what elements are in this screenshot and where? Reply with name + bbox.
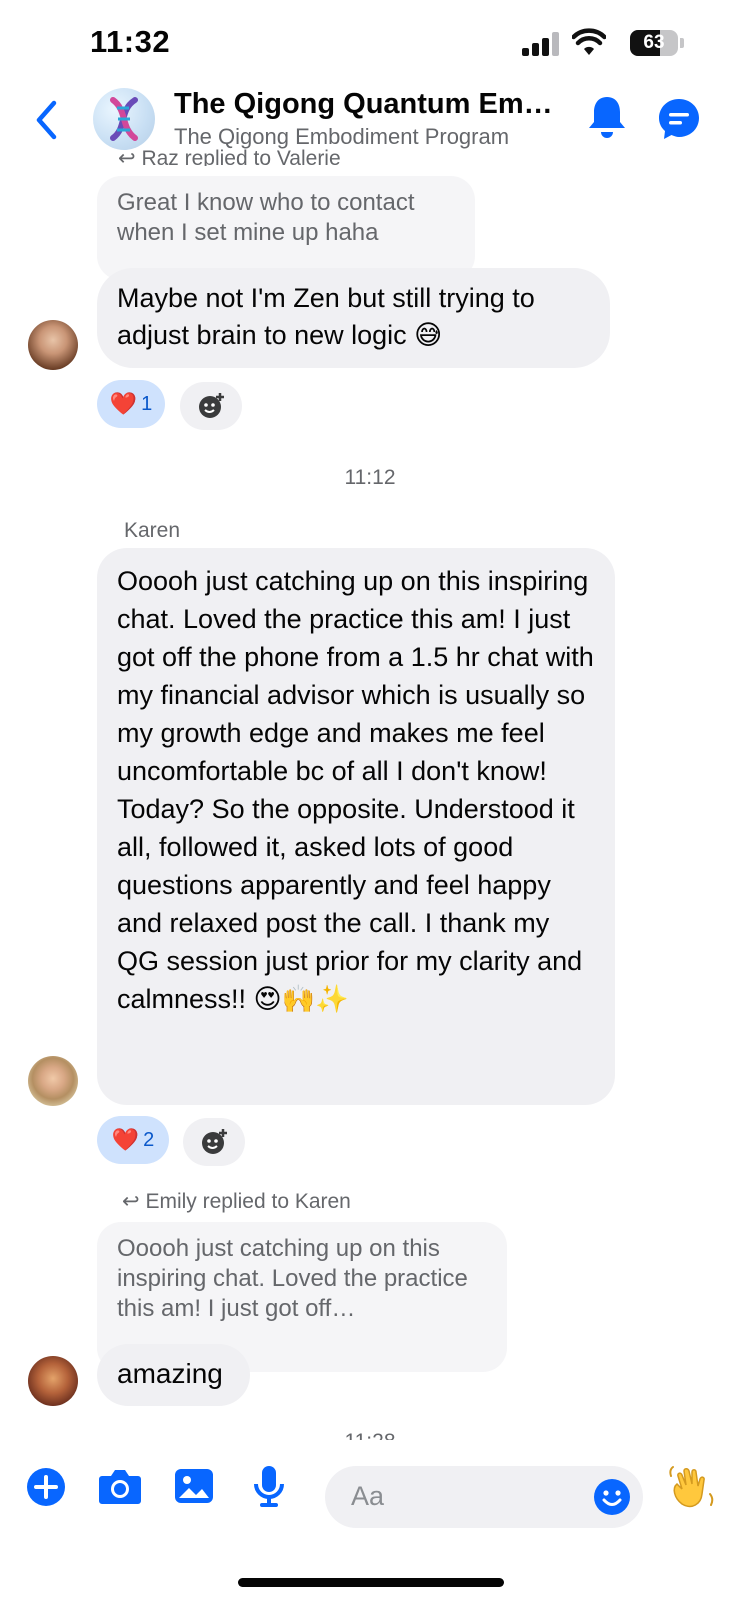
reply-context: ↩ Emily replied to Karen	[122, 1189, 351, 1214]
battery-icon: 63	[630, 30, 678, 56]
bell-icon	[589, 97, 625, 138]
add-emoji-icon	[202, 1129, 227, 1154]
camera-icon	[99, 1470, 141, 1504]
input-placeholder: Aa	[351, 1481, 385, 1511]
message-text: Ooooh just catching up on this inspiring…	[117, 566, 594, 1014]
plus-icon	[27, 1468, 65, 1506]
message-input[interactable]: Aa	[325, 1466, 643, 1528]
reply-context-text: Raz replied to Valerie	[141, 147, 341, 166]
gallery-button[interactable]	[174, 1466, 214, 1511]
timestamp-divider: 11:12	[344, 466, 396, 489]
back-button[interactable]	[30, 98, 66, 142]
reaction-count: 2	[143, 1128, 155, 1151]
avatar[interactable]	[28, 1056, 78, 1106]
reply-context: ↩ Raz replied to Valerie	[118, 146, 341, 166]
status-time: 11:32	[90, 24, 171, 59]
reaction-pill[interactable]: ❤️ 1	[97, 380, 165, 428]
cellular-signal-icon	[522, 32, 562, 56]
microphone-button[interactable]	[253, 1464, 285, 1513]
message-bubble[interactable]: Ooooh just catching up on this inspiring…	[97, 548, 615, 1105]
wave-button[interactable]	[668, 1464, 716, 1517]
chat-bubble-icon	[659, 99, 699, 139]
add-reaction-button[interactable]	[183, 1118, 245, 1166]
conversation-header: The Qigong Quantum Em… The Qigong Embodi…	[0, 80, 740, 160]
home-indicator	[238, 1578, 504, 1587]
message-bubble[interactable]: amazing	[97, 1344, 250, 1406]
add-emoji-icon	[199, 393, 224, 418]
image-icon	[175, 1469, 213, 1503]
reply-context-text: Emily replied to Karen	[145, 1190, 351, 1213]
timestamp-divider: 11:28	[0, 1430, 740, 1440]
threads-button[interactable]	[656, 96, 702, 142]
heart-reaction-icon: ❤️	[109, 391, 138, 416]
add-reaction-button[interactable]	[180, 382, 242, 430]
group-avatar[interactable]	[93, 88, 155, 150]
reaction-pill[interactable]: ❤️ 2	[97, 1116, 169, 1164]
conversation-title[interactable]: The Qigong Quantum Em…	[174, 88, 553, 121]
quoted-text: Ooooh just catching up on this inspiring…	[117, 1235, 468, 1322]
heart-reaction-icon: ❤️	[111, 1127, 140, 1152]
wifi-icon	[571, 28, 607, 61]
quoted-message[interactable]: Great I know who to contact when I set m…	[97, 176, 475, 280]
battery-tip	[680, 38, 684, 48]
chevron-left-icon	[36, 100, 57, 140]
composer-bar: Aa	[0, 1440, 740, 1560]
wave-hand-icon	[669, 1466, 714, 1508]
emoji-icon	[594, 1479, 630, 1515]
quoted-text: Great I know who to contact when I set m…	[117, 189, 415, 246]
reply-arrow-icon: ↩	[122, 1190, 146, 1213]
plus-button[interactable]	[26, 1467, 66, 1512]
timestamp-text: 11:28	[345, 1430, 396, 1440]
microphone-icon	[254, 1466, 284, 1507]
message-text: Maybe not I'm Zen but still trying to ad…	[117, 283, 535, 350]
battery-level: 63	[643, 32, 665, 53]
reply-arrow-icon: ↩	[118, 147, 142, 166]
sender-name: Karen	[124, 519, 181, 542]
camera-button[interactable]	[98, 1466, 142, 1511]
notifications-button[interactable]	[585, 94, 629, 140]
message-text: amazing	[117, 1358, 223, 1389]
reaction-count: 1	[141, 392, 153, 415]
avatar[interactable]	[28, 320, 78, 370]
message-bubble[interactable]: Maybe not I'm Zen but still trying to ad…	[97, 268, 610, 368]
avatar[interactable]	[28, 1356, 78, 1406]
emoji-button[interactable]	[593, 1478, 631, 1521]
